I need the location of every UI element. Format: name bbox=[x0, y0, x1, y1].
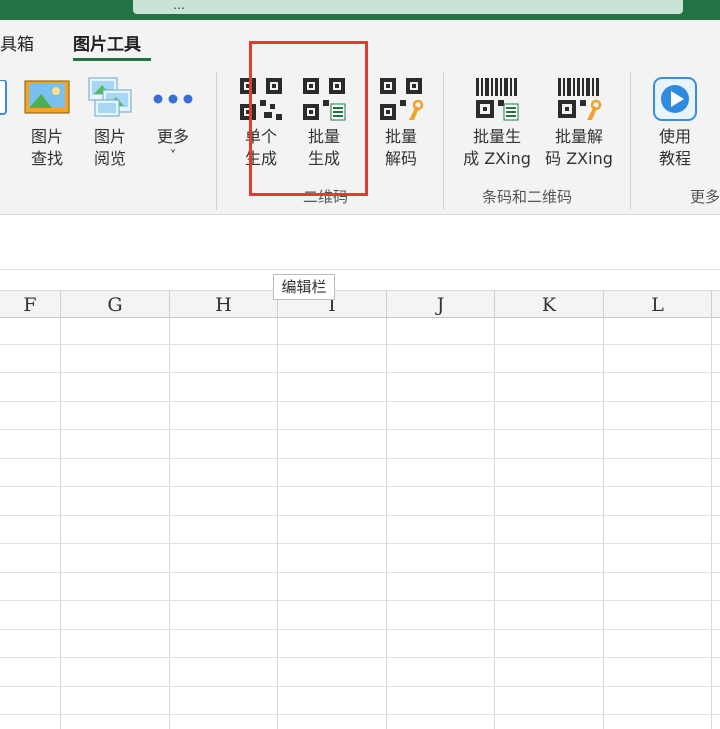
grid-row-line bbox=[0, 543, 720, 544]
grid-row-line bbox=[0, 344, 720, 345]
column-header-row: F G H I J K L bbox=[0, 290, 720, 318]
image-find-label-2: 查找 bbox=[30, 149, 63, 168]
batch-decode-label-2: 解码 bbox=[384, 149, 417, 168]
qrcode-decode-icon bbox=[380, 78, 424, 120]
cell-grid[interactable] bbox=[0, 317, 720, 729]
grid-row-line bbox=[0, 686, 720, 687]
more-button[interactable]: 更多 ˅ bbox=[148, 76, 198, 176]
cut-off-icon bbox=[0, 80, 7, 115]
batch-dec-zxing-label-1: 批量解 bbox=[554, 127, 603, 146]
image-gallery-icon bbox=[88, 77, 132, 117]
batch-gen-zxing-label-1: 批量生 bbox=[472, 127, 521, 146]
group-label-more: 更多 bbox=[690, 188, 720, 206]
grid-row-line bbox=[0, 486, 720, 487]
play-icon bbox=[653, 77, 697, 121]
grid-row-line bbox=[0, 629, 720, 630]
grid-row-line bbox=[0, 572, 720, 573]
formula-bar[interactable] bbox=[0, 215, 720, 270]
image-search-icon bbox=[24, 80, 70, 114]
grid-row-line bbox=[0, 401, 720, 402]
batch-gen-zxing-button[interactable]: 批量生 成 ZXing bbox=[458, 76, 536, 176]
column-header-k[interactable]: K bbox=[495, 291, 604, 317]
batch-dec-zxing-label-2: 码 ZXing bbox=[545, 149, 613, 168]
image-find-label-1: 图片 bbox=[30, 127, 63, 146]
tutorial-button[interactable]: 使用 教程 bbox=[650, 76, 700, 176]
grid-column-line bbox=[169, 317, 170, 729]
chevron-down-icon: ˅ bbox=[169, 149, 177, 164]
batch-decode-label-1: 批量 bbox=[384, 127, 417, 146]
grid-row-line bbox=[0, 600, 720, 601]
image-find-button[interactable]: 图片 查找 bbox=[22, 76, 72, 176]
ribbon-button-cut[interactable] bbox=[0, 76, 8, 116]
more-label: 更多 bbox=[156, 127, 189, 146]
grid-row-line bbox=[0, 515, 720, 516]
image-browse-button[interactable]: 图片 阅览 bbox=[85, 76, 135, 176]
highlight-box bbox=[249, 41, 368, 196]
column-header-l[interactable]: L bbox=[604, 291, 712, 317]
tab-image-tools[interactable]: 图片工具 bbox=[73, 30, 141, 55]
grid-row-line bbox=[0, 657, 720, 658]
tutorial-label-2: 教程 bbox=[658, 149, 691, 168]
ribbon-separator bbox=[630, 72, 631, 210]
grid-row-line bbox=[0, 458, 720, 459]
search-text: … bbox=[173, 0, 185, 12]
formula-bar-tooltip: 编辑栏 bbox=[273, 274, 335, 300]
grid-row-line bbox=[0, 429, 720, 430]
tab-toolbox[interactable]: 具箱 bbox=[0, 30, 34, 55]
ribbon-separator bbox=[443, 72, 444, 210]
column-header-j[interactable]: J bbox=[387, 291, 495, 317]
image-browse-label-1: 图片 bbox=[93, 127, 126, 146]
more-dots-icon bbox=[153, 94, 193, 104]
batch-decode-button[interactable]: 批量 解码 bbox=[376, 76, 426, 176]
search-box[interactable]: … bbox=[133, 0, 683, 14]
grid-column-line bbox=[494, 317, 495, 729]
batch-gen-zxing-label-2: 成 ZXing bbox=[463, 149, 531, 168]
grid-column-line bbox=[603, 317, 604, 729]
column-header-h[interactable]: H bbox=[170, 291, 278, 317]
barcode-decode-icon bbox=[558, 78, 602, 120]
group-label-barcode: 条码和二维码 bbox=[482, 188, 573, 206]
title-bar: … bbox=[0, 0, 720, 20]
grid-column-line bbox=[60, 317, 61, 729]
grid-row-line bbox=[0, 714, 720, 715]
active-tab-indicator bbox=[73, 58, 151, 61]
image-browse-label-2: 阅览 bbox=[93, 149, 126, 168]
grid-column-line bbox=[277, 317, 278, 729]
tutorial-label-1: 使用 bbox=[658, 127, 691, 146]
column-header-f[interactable]: F bbox=[0, 291, 61, 317]
ribbon-separator bbox=[216, 72, 217, 210]
column-header-g[interactable]: G bbox=[61, 291, 170, 317]
grid-column-line bbox=[386, 317, 387, 729]
grid-row-line bbox=[0, 372, 720, 373]
grid-column-line bbox=[711, 317, 712, 729]
batch-dec-zxing-button[interactable]: 批量解 码 ZXing bbox=[540, 76, 618, 176]
barcode-generate-icon bbox=[476, 78, 519, 121]
